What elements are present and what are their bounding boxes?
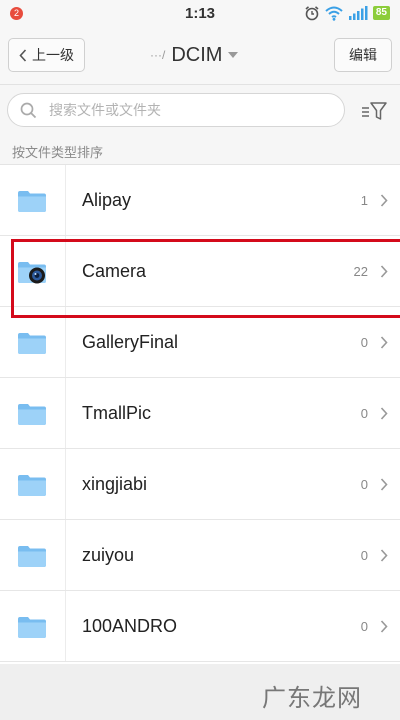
folder-name: GalleryFinal bbox=[82, 332, 179, 352]
edit-button[interactable]: 编辑 bbox=[334, 38, 392, 72]
list-item-galleryfinal[interactable]: GalleryFinal 0 bbox=[0, 307, 400, 378]
folder-icon-cell bbox=[0, 449, 66, 519]
watermark-text: 广东龙网 bbox=[262, 684, 362, 712]
list-item-tmallpic[interactable]: TmallPic 0 bbox=[0, 378, 400, 449]
status-icons: 85 bbox=[304, 5, 390, 21]
filter-sort-icon[interactable] bbox=[361, 99, 387, 123]
list-item-xingjiabi[interactable]: xingjiabi 0 bbox=[0, 449, 400, 520]
folder-name: TmallPic bbox=[82, 403, 152, 423]
bottom-area: 广东龙网 bbox=[0, 664, 400, 720]
item-count: 0 bbox=[360, 477, 368, 492]
search-row bbox=[0, 85, 400, 137]
back-button-label: 上一级 bbox=[32, 47, 74, 63]
folder-icon-cell bbox=[0, 378, 66, 448]
folder-name: 100ANDRO bbox=[82, 616, 178, 636]
chevron-right-icon bbox=[380, 194, 388, 207]
folder-icon bbox=[18, 475, 46, 496]
folder-icon-cell bbox=[0, 307, 66, 377]
battery-indicator: 85 bbox=[372, 6, 390, 20]
dropdown-triangle-icon bbox=[228, 51, 239, 58]
chevron-right-icon bbox=[380, 620, 388, 633]
chevron-right-icon bbox=[380, 549, 388, 562]
folder-name: Alipay bbox=[82, 190, 132, 210]
camera-folder-icon bbox=[18, 262, 46, 284]
item-count: 0 bbox=[360, 619, 368, 634]
item-count: 22 bbox=[353, 264, 368, 279]
status-bar: 2 1:13 85 bbox=[0, 0, 400, 26]
item-count: 1 bbox=[360, 193, 368, 208]
item-count: 0 bbox=[360, 335, 368, 350]
folder-icon-cell bbox=[0, 520, 66, 590]
folder-icon bbox=[18, 191, 46, 212]
chevron-right-icon bbox=[380, 265, 388, 278]
folder-icon-cell bbox=[0, 165, 66, 235]
back-button[interactable]: 上一级 bbox=[8, 38, 85, 72]
folder-list: Alipay 1 Camera 22 GalleryFinal 0 TmallP… bbox=[0, 164, 400, 665]
list-item-alipay[interactable]: Alipay 1 bbox=[0, 165, 400, 236]
sort-mode-label[interactable]: 按文件类型排序 bbox=[12, 142, 103, 161]
folder-icon-cell bbox=[0, 591, 66, 661]
folder-name: zuiyou bbox=[82, 545, 135, 565]
page-title: DCIM bbox=[171, 43, 223, 66]
folder-name: xingjiabi bbox=[82, 474, 148, 494]
list-item-100andro[interactable]: 100ANDRO 0 bbox=[0, 591, 400, 662]
folder-icon bbox=[18, 546, 46, 567]
search-icon bbox=[20, 102, 37, 118]
item-count: 0 bbox=[360, 406, 368, 421]
folder-icon bbox=[18, 404, 46, 425]
path-prefix: ···/ bbox=[150, 48, 166, 62]
search-box[interactable] bbox=[7, 93, 345, 127]
folder-name: Camera bbox=[82, 261, 147, 281]
list-item-camera[interactable]: Camera 22 bbox=[0, 236, 400, 307]
folder-icon-cell bbox=[0, 236, 66, 306]
chevron-left-icon bbox=[19, 48, 27, 62]
wifi-icon bbox=[325, 6, 343, 21]
search-input[interactable] bbox=[47, 101, 311, 119]
list-item-zuiyou[interactable]: zuiyou 0 bbox=[0, 520, 400, 591]
folder-icon bbox=[18, 617, 46, 638]
item-count: 0 bbox=[360, 548, 368, 563]
signal-icon bbox=[348, 6, 368, 20]
chevron-right-icon bbox=[380, 478, 388, 491]
folder-icon bbox=[18, 333, 46, 354]
path-title[interactable]: ···/ DCIM bbox=[150, 42, 239, 68]
alarm-icon bbox=[305, 6, 319, 21]
header-bar: 上一级 ···/ DCIM 编辑 bbox=[0, 26, 400, 85]
chevron-right-icon bbox=[380, 407, 388, 420]
chevron-right-icon bbox=[380, 336, 388, 349]
